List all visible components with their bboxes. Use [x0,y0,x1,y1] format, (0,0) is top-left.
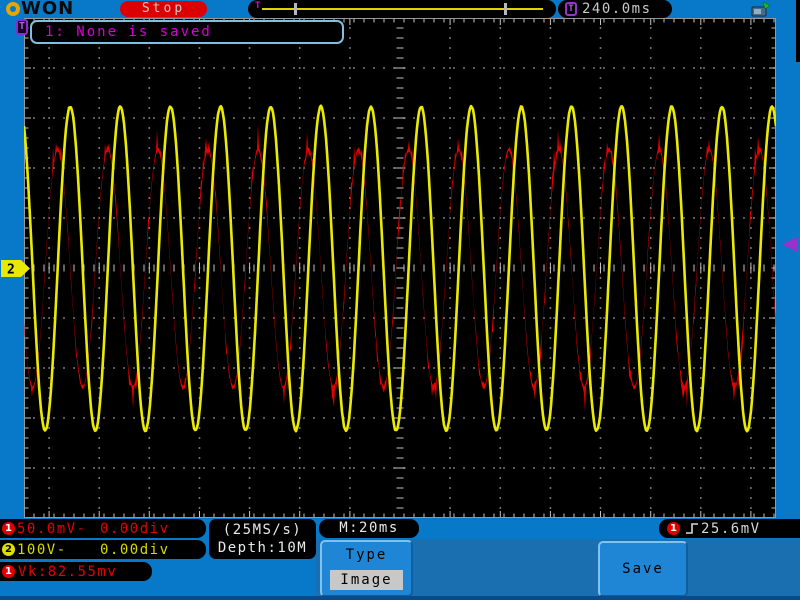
view-window-marker[interactable] [294,3,297,15]
ch1-offset: 0.00div [100,521,170,537]
ch1-badge: 1 [2,522,15,535]
type-label: Type [322,547,411,563]
trigger-level-value: 25.6mV [701,521,761,537]
vk-badge: 1 [2,565,15,578]
ch2-offset: 0.00div [100,542,170,558]
trigger-position-marker[interactable] [504,3,507,15]
sample-rate: (25MS/s) [209,522,316,538]
rising-edge-icon [685,522,700,535]
trigger-position-bar: T [248,0,556,18]
ch2-readout: 2 100V- 0.00div [0,540,206,559]
memory-depth: Depth:10M [209,540,316,556]
vk-readout: 1 Vk:82.55mv [0,562,152,581]
bottom-strip [0,596,800,600]
ch2-volts-div: 100V- [17,542,67,558]
owon-logo-ring-icon [6,2,20,16]
owon-logo: WON [6,0,74,18]
acquisition-info: (25MS/s) Depth:10M [209,519,316,559]
vk-value: Vk:82.55mv [18,564,117,580]
oscilloscope-screen: WON Stop T T 240.0ms T 1: None is saved … [0,0,800,600]
usb-storage-icon [750,1,772,17]
trigger-level-arrow-icon[interactable] [779,236,799,254]
trigger-shield-icon: T [565,2,577,16]
type-button[interactable]: Type Image [320,540,413,597]
graticule [24,18,776,518]
ch2-zero-marker[interactable]: 2 [0,259,32,279]
trigger-position-flag-icon[interactable]: T [16,19,28,35]
timebase-display: M:20ms [319,519,419,538]
ch1-readout: 1 50.0mV- 0.00div [0,519,206,538]
save-message-box: 1: None is saved [30,20,344,44]
trigger-t-label: T [255,1,260,11]
corner-strip [796,0,800,62]
trigger-time-value: 240.0ms [582,1,652,17]
trigger-source-badge: 1 [667,522,680,535]
trigger-level-display: 1 25.6mV [659,519,800,538]
trigger-time-display: T 240.0ms [558,0,672,18]
trigger-record-line [262,8,543,10]
ch2-badge: 2 [2,543,15,556]
owon-logo-text: WON [21,0,74,18]
waveform-canvas [24,18,776,518]
save-message-text: 1: None is saved [32,22,342,42]
save-button[interactable]: Save [598,541,688,597]
type-value[interactable]: Image [330,570,403,590]
run-status-button[interactable]: Stop [120,1,207,17]
svg-text:2: 2 [7,263,15,278]
ch1-volts-div: 50.0mV- [17,521,87,537]
